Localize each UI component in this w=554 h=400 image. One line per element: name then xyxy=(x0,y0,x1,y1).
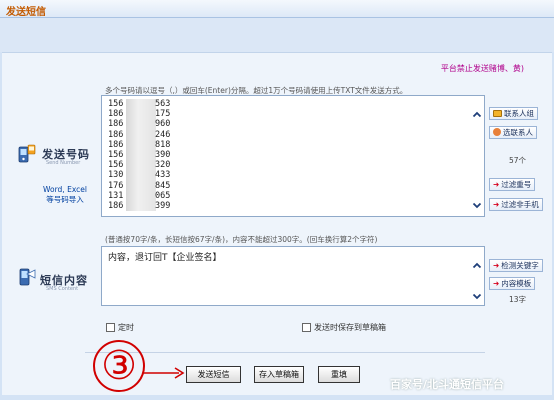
save-draft-on-send-checkbox[interactable]: 发送时保存到草稿箱 xyxy=(302,322,386,333)
window-title-bar: 发送短信 xyxy=(0,0,554,18)
phone-prefix: 186 xyxy=(108,119,124,130)
save-draft-button[interactable]: 存入草稿箱 xyxy=(254,366,304,383)
contact-group-label: 联系人组 xyxy=(504,109,534,118)
redaction-blur xyxy=(126,149,156,161)
phone-prefix: 186 xyxy=(108,109,124,120)
redaction-blur xyxy=(126,139,156,150)
phone-number-row: 156 320 xyxy=(108,160,484,171)
phone-prefix: 130 xyxy=(108,170,124,181)
phone-prefix: 176 xyxy=(108,180,124,191)
redaction-blur xyxy=(126,129,156,140)
message-input[interactable]: 内容，退订回T【企业签名】 xyxy=(101,246,485,306)
scroll-down-icon[interactable] xyxy=(472,291,482,301)
phone-number-list: 156 563 186 175 186 960 186 246 186 818 156 390 156 3… xyxy=(102,96,484,212)
phone-suffix: 399 xyxy=(155,200,171,211)
save-draft-on-send-label: 发送时保存到草稿箱 xyxy=(314,323,386,332)
scroll-down-icon[interactable] xyxy=(472,200,482,210)
phone-number-row: 186 818 xyxy=(108,139,484,150)
redaction-blur xyxy=(126,190,156,201)
phone-prefix: 156 xyxy=(108,160,124,171)
recipient-count: 57个 xyxy=(509,156,527,165)
phone-suffix: 845 xyxy=(155,180,171,191)
recipients-scrollbar[interactable] xyxy=(470,96,484,216)
phone-suffix: 320 xyxy=(155,160,171,171)
annotation-arrow-icon xyxy=(143,367,185,379)
phone-prefix: 156 xyxy=(108,149,124,160)
character-count: 13字 xyxy=(509,295,527,304)
import-note[interactable]: Word, Excel 等号码导入 xyxy=(30,185,100,205)
check-keywords-label: 检测关键字 xyxy=(501,261,539,270)
phone-prefix: 131 xyxy=(108,190,124,201)
phone-number-row: 186 399 xyxy=(108,200,484,212)
phone-number-row: 186 175 xyxy=(108,109,484,120)
phone-prefix: 156 xyxy=(108,99,124,109)
arrow-right-icon: ➜ xyxy=(493,279,500,288)
redaction-blur xyxy=(126,160,156,171)
filter-duplicates-label: 过滤重号 xyxy=(501,180,532,189)
redaction-blur xyxy=(126,99,156,110)
contact-group-icon xyxy=(493,110,502,117)
phone-number-row: 130 433 xyxy=(108,170,484,181)
recipients-input[interactable]: 156 563 186 175 186 960 186 246 186 818 156 390 156 3… xyxy=(101,95,485,217)
arrow-right-icon: ➜ xyxy=(493,261,500,270)
redaction-blur xyxy=(126,180,156,191)
phone-suffix: 175 xyxy=(155,109,171,120)
redaction-blur xyxy=(126,119,156,130)
select-contact-button[interactable]: 选联系人 xyxy=(489,126,537,139)
message-section-sublabel: SMS Content xyxy=(46,286,79,292)
phone-suffix: 563 xyxy=(155,99,171,109)
recipients-section-sublabel: Send Number xyxy=(46,160,81,166)
watermark: 百家号/北斗通短信平台 xyxy=(390,378,505,391)
content-template-button[interactable]: ➜ 内容模板 xyxy=(489,277,536,290)
message-hint: (普通按70字/条，长短信按67字/条)，内容不能超过300字。(回车换行算2个… xyxy=(105,235,378,244)
reset-button[interactable]: 重填 xyxy=(318,366,360,383)
select-contact-label: 选联系人 xyxy=(503,128,533,137)
message-content: 内容，退订回T【企业签名】 xyxy=(108,253,222,263)
check-keywords-button[interactable]: ➜ 检测关键字 xyxy=(489,259,543,272)
phone-suffix: 960 xyxy=(155,119,171,130)
filter-non-mobile-label: 过滤非手机 xyxy=(501,200,539,209)
phone-suffix: 390 xyxy=(155,149,171,160)
redaction-blur xyxy=(126,109,156,120)
phone-suffix: 065 xyxy=(155,190,171,201)
scheduled-checkbox[interactable]: 定时 xyxy=(106,322,134,333)
filter-duplicates-button[interactable]: ➜ 过滤重号 xyxy=(489,178,536,191)
person-icon xyxy=(493,128,501,136)
arrow-right-icon: ➜ xyxy=(493,200,500,209)
phone-number-row: 186 246 xyxy=(108,129,484,140)
sms-icon xyxy=(19,268,36,286)
redaction-blur xyxy=(126,170,156,181)
contact-group-button[interactable]: 联系人组 xyxy=(489,107,538,120)
phone-number-row: 186 960 xyxy=(108,119,484,130)
send-sms-button[interactable]: 发送短信 xyxy=(186,366,241,383)
content-template-label: 内容模板 xyxy=(501,279,532,288)
arrow-right-icon: ➜ xyxy=(493,180,500,189)
step-annotation: ③ xyxy=(93,340,145,392)
scroll-up-icon[interactable] xyxy=(472,110,482,120)
phone-prefix: 186 xyxy=(108,139,124,150)
window-title: 发送短信 xyxy=(6,7,46,18)
phone-prefix: 186 xyxy=(108,200,124,211)
phone-suffix: 433 xyxy=(155,170,171,181)
scheduled-label: 定时 xyxy=(118,323,134,332)
phone-number-row: 131 065 xyxy=(108,190,484,201)
checkbox-box[interactable] xyxy=(302,323,311,332)
phone-prefix: 186 xyxy=(108,129,124,140)
phone-number-row: 176 845 xyxy=(108,180,484,191)
redaction-blur xyxy=(126,200,156,212)
filter-non-mobile-button[interactable]: ➜ 过滤非手机 xyxy=(489,198,543,211)
policy-notice: 平台禁止发送赌博、黄) xyxy=(440,64,524,73)
phone-number-row: 156 563 xyxy=(108,99,484,110)
divider xyxy=(85,352,485,353)
message-scrollbar[interactable] xyxy=(470,247,484,305)
header-strip xyxy=(0,18,554,52)
import-note-line: Word, Excel 等号码导入 xyxy=(43,185,87,204)
phone-suffix: 246 xyxy=(155,129,171,140)
phone-number-row: 156 390 xyxy=(108,149,484,161)
checkbox-box[interactable] xyxy=(106,323,115,332)
scroll-up-icon[interactable] xyxy=(472,261,482,271)
phone-number-icon xyxy=(18,144,36,163)
phone-suffix: 818 xyxy=(155,139,171,150)
